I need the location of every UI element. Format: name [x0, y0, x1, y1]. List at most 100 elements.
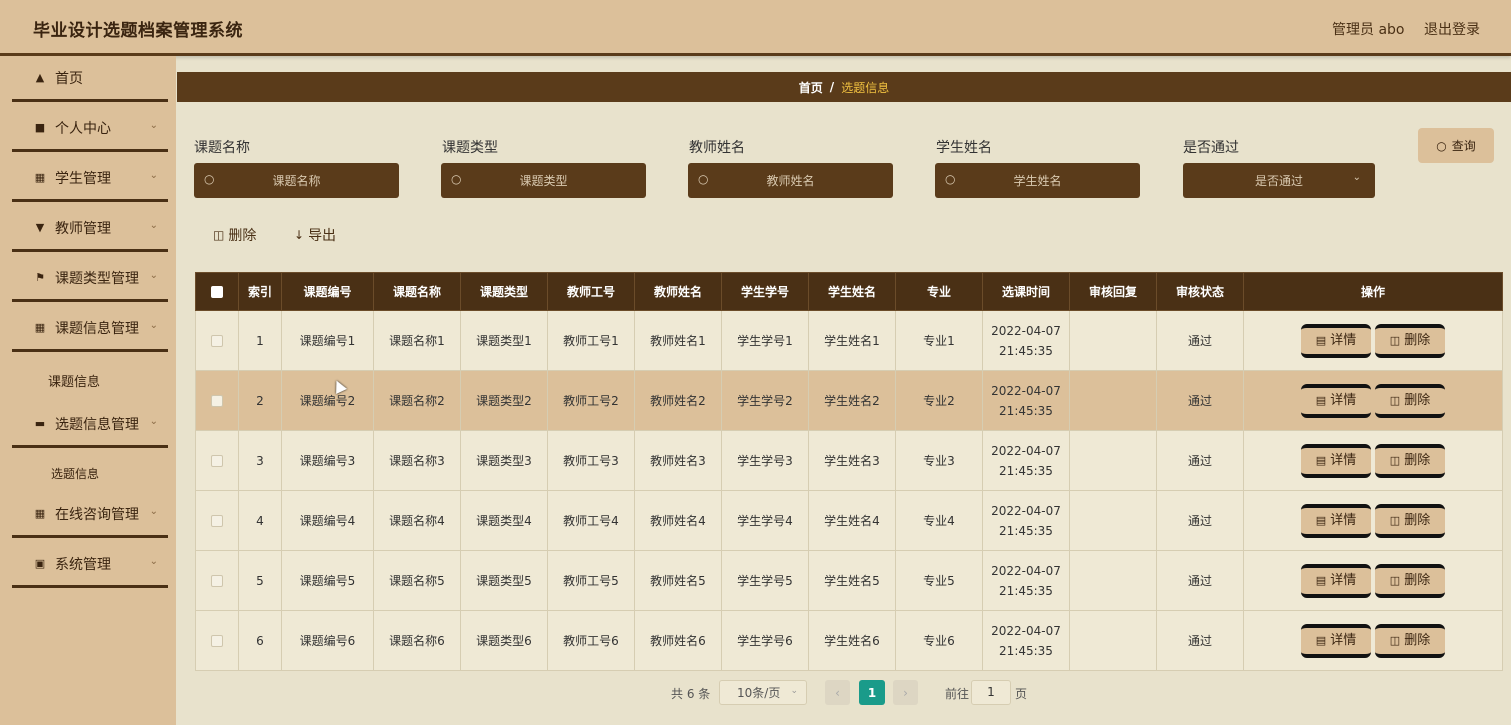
student-name-placeholder: 学生姓名 — [1013, 174, 1062, 188]
sidebar-subitem-topic-info[interactable]: 课题信息 — [48, 371, 100, 390]
detail-button[interactable]: ▤ 详情 — [1301, 623, 1371, 658]
select-time: 21:45:35 — [999, 403, 1053, 418]
cell-major: 专业5 — [895, 550, 983, 611]
row-select-cell[interactable] — [195, 490, 239, 551]
topic-name-input[interactable]: ○ 课题名称 — [194, 163, 399, 198]
row-checkbox[interactable] — [211, 395, 223, 407]
cell-select-time: 2022-04-07 21:45:35 — [982, 310, 1070, 371]
delete-button[interactable]: ◫ 删除 — [1375, 563, 1445, 598]
trash-icon: ◫ — [1389, 453, 1401, 467]
sidebar-item-system-management[interactable]: ▣ 系统管理 ⌄ — [12, 542, 168, 588]
next-page-button[interactable]: › — [893, 680, 918, 705]
briefcase-icon: ▬ — [34, 417, 46, 430]
detail-button[interactable]: ▤ 详情 — [1301, 443, 1371, 478]
sidebar-item-teacher-management[interactable]: ▼ 教师管理 ⌄ — [12, 206, 168, 252]
sidebar-item-online-consult-management[interactable]: ▦ 在线咨询管理 ⌄ — [12, 492, 168, 538]
table-row[interactable]: 2 课题编号2 课题名称2 课题类型2 教师工号2 教师姓名2 学生学号2 学生姓名2 专业2 2… — [195, 370, 1503, 431]
row-checkbox[interactable] — [211, 335, 223, 347]
row-checkbox[interactable] — [211, 635, 223, 647]
cell-teacher-name: 教师姓名1 — [634, 310, 722, 371]
teacher-name-label: 教师姓名 — [689, 140, 745, 156]
batch-delete-button[interactable]: ◫ 删除 — [213, 225, 256, 245]
student-name-input[interactable]: ○ 学生姓名 — [935, 163, 1140, 198]
trash-icon: ◫ — [1389, 633, 1401, 647]
row-checkbox[interactable] — [211, 515, 223, 527]
export-button[interactable]: ↓ 导出 — [294, 225, 336, 245]
delete-button[interactable]: ◫ 删除 — [1375, 383, 1445, 418]
select-all-checkbox[interactable] — [211, 286, 223, 298]
cell-teacher-name: 教师姓名2 — [634, 370, 722, 431]
document-icon: ▤ — [1315, 453, 1327, 467]
prev-page-button[interactable]: ‹ — [825, 680, 850, 705]
trash-icon: ◫ — [1389, 393, 1401, 407]
table-row[interactable]: 1 课题编号1 课题名称1 课题类型1 教师工号1 教师姓名1 学生学号1 学生姓名1 专业1 2… — [195, 310, 1503, 371]
cell-actions: ▤ 详情 ◫ 删除 — [1243, 310, 1503, 371]
table-row[interactable]: 6 课题编号6 课题名称6 课题类型6 教师工号6 教师姓名6 学生学号6 学生姓名6 专业6 2… — [195, 610, 1503, 671]
query-button-label: 查询 — [1451, 139, 1476, 153]
breadcrumb-home[interactable]: 首页 — [799, 79, 823, 96]
student-name-label: 学生姓名 — [936, 140, 992, 156]
search-icon: ○ — [945, 172, 956, 186]
cell-review-status: 通过 — [1156, 550, 1244, 611]
delete-button[interactable]: ◫ 删除 — [1375, 623, 1445, 658]
cell-select-time: 2022-04-07 21:45:35 — [982, 490, 1070, 551]
sidebar-item-home[interactable]: ▲ 首页 — [12, 56, 168, 102]
cell-topic-type: 课题类型6 — [460, 610, 548, 671]
page-size-select[interactable]: 10条/页 ⌄ — [719, 680, 807, 705]
column-header: 教师工号 — [547, 272, 635, 311]
logout-link[interactable]: 退出登录 — [1424, 19, 1480, 39]
query-button[interactable]: ○ 查询 — [1418, 128, 1494, 163]
table-row[interactable]: 5 课题编号5 课题名称5 课题类型5 教师工号5 教师姓名5 学生学号5 学生姓名5 专业5 2… — [195, 550, 1503, 611]
row-select-cell[interactable] — [195, 610, 239, 671]
clipboard-icon: ▣ — [34, 557, 46, 570]
cell-student-name: 学生姓名6 — [808, 610, 896, 671]
select-time: 21:45:35 — [999, 643, 1053, 658]
table-row[interactable]: 4 课题编号4 课题名称4 课题类型4 教师工号4 教师姓名4 学生学号4 学生姓名4 专业4 2… — [195, 490, 1503, 551]
select-time: 21:45:35 — [999, 523, 1053, 538]
select-all-cell[interactable] — [195, 272, 239, 311]
sidebar-item-label: 首页 — [55, 70, 83, 87]
column-header: 索引 — [238, 272, 282, 311]
row-select-cell[interactable] — [195, 310, 239, 371]
detail-button[interactable]: ▤ 详情 — [1301, 323, 1371, 358]
sidebar: ▲ 首页 ■ 个人中心 ⌄ ▦ 学生管理 ⌄ ▼ 教师管理 ⌄ ⚑ 课题类型管理… — [0, 56, 176, 725]
sidebar-item-topic-info-management[interactable]: ▦ 课题信息管理 ⌄ — [12, 306, 168, 352]
cell-select-time: 2022-04-07 21:45:35 — [982, 370, 1070, 431]
cell-index: 1 — [238, 310, 282, 371]
page-size-value: 10条/页 — [737, 686, 781, 700]
cell-teacher-name: 教师姓名5 — [634, 550, 722, 611]
passed-select[interactable]: 是否通过 ⌄ — [1183, 163, 1375, 198]
row-checkbox[interactable] — [211, 575, 223, 587]
teacher-name-input[interactable]: ○ 教师姓名 — [688, 163, 893, 198]
row-select-cell[interactable] — [195, 430, 239, 491]
row-select-cell[interactable] — [195, 370, 239, 431]
selection-table: 索引 课题编号 课题名称 课题类型 教师工号 教师姓名 学生学号 学生姓名 专业… — [195, 272, 1503, 671]
cell-review-reply — [1069, 310, 1157, 371]
chevron-down-icon: ⌄ — [149, 220, 158, 231]
row-checkbox[interactable] — [211, 455, 223, 467]
goto-page-input[interactable]: 1 — [971, 680, 1011, 705]
cell-actions: ▤ 详情 ◫ 删除 — [1243, 430, 1503, 491]
delete-button[interactable]: ◫ 删除 — [1375, 503, 1445, 538]
delete-button[interactable]: ◫ 删除 — [1375, 443, 1445, 478]
table-row[interactable]: 3 课题编号3 课题名称3 课题类型3 教师工号3 教师姓名3 学生学号3 学生姓名3 专业3 2… — [195, 430, 1503, 491]
detail-button[interactable]: ▤ 详情 — [1301, 503, 1371, 538]
detail-button-label: 详情 — [1330, 512, 1357, 528]
sidebar-item-personal-center[interactable]: ■ 个人中心 ⌄ — [12, 106, 168, 152]
detail-button[interactable]: ▤ 详情 — [1301, 563, 1371, 598]
cell-review-reply — [1069, 550, 1157, 611]
detail-button-label: 详情 — [1330, 392, 1357, 408]
detail-button[interactable]: ▤ 详情 — [1301, 383, 1371, 418]
delete-button[interactable]: ◫ 删除 — [1375, 323, 1445, 358]
sidebar-item-topic-type-management[interactable]: ⚑ 课题类型管理 ⌄ — [12, 256, 168, 302]
chevron-down-icon: ⌄ — [149, 120, 158, 131]
page-number-button[interactable]: 1 — [859, 680, 885, 705]
topic-type-input[interactable]: ○ 课题类型 — [441, 163, 646, 198]
sidebar-item-selection-info-management[interactable]: ▬ 选题信息管理 ⌄ — [12, 402, 168, 448]
sidebar-subitem-selection-info[interactable]: 选题信息 — [51, 465, 99, 482]
cell-student-no: 学生学号4 — [721, 490, 809, 551]
sidebar-item-label: 选题信息管理 — [55, 416, 139, 433]
chevron-down-icon: ⌄ — [1352, 172, 1361, 183]
sidebar-item-student-management[interactable]: ▦ 学生管理 ⌄ — [12, 156, 168, 202]
row-select-cell[interactable] — [195, 550, 239, 611]
